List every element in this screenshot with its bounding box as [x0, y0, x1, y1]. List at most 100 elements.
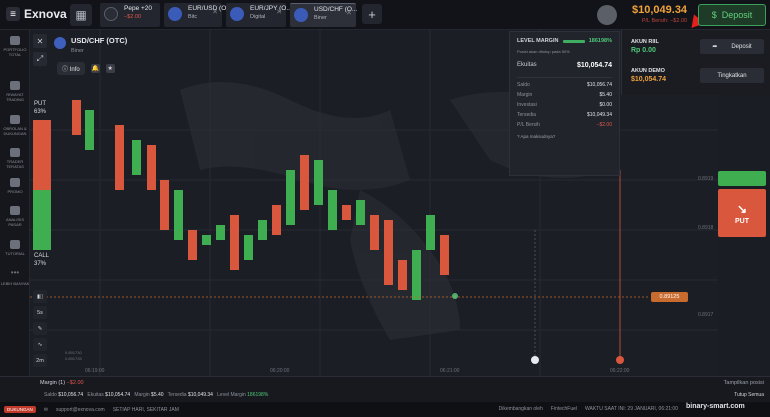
sidebar-item-label: TUTORIAL: [5, 251, 25, 256]
deposit-button[interactable]: $ Deposit: [698, 4, 766, 26]
sidebar-item-tutorial[interactable]: TUTORIAL: [0, 240, 30, 256]
real-account[interactable]: AKUN RIIL Rp 0.00: [631, 39, 659, 54]
duration-button[interactable]: 2m: [33, 354, 47, 367]
margin-panel: LEVEL MARGIN 186198% Posisi akan ditutup…: [509, 31, 620, 176]
asset-tab-eurusd[interactable]: EUR/USD (O... Bitc ✕: [164, 3, 232, 27]
sidebar-item-leaderboard[interactable]: TRADER TERATAS: [0, 148, 30, 169]
draw-button[interactable]: ✎: [33, 322, 47, 335]
min-label: 0.891730: [65, 350, 82, 355]
candle: [300, 155, 309, 210]
info-button[interactable]: ⓘ Info: [57, 62, 85, 75]
expand-button[interactable]: ⤢: [33, 52, 47, 66]
candle: [188, 230, 197, 260]
asset-name: USD/CHF (OTC): [71, 36, 128, 45]
watermark: binary-smart.com: [686, 403, 745, 410]
candles-icon: ▮▯: [36, 293, 44, 300]
sidebar-item-label: OBROLAN & DUKUNGAN: [3, 126, 27, 136]
row-value: $10,056.74: [586, 82, 612, 88]
star-icon[interactable]: ★: [105, 64, 115, 73]
avatar[interactable]: [597, 5, 617, 25]
asset-tab-eurjpy[interactable]: EUR/JPY (O... Digital ✕: [226, 3, 292, 27]
candle: [342, 205, 351, 220]
grid-icon: ▦: [75, 8, 87, 22]
candle: [412, 250, 421, 300]
timeframe-button[interactable]: 5s: [33, 306, 47, 319]
add-asset-button[interactable]: +: [362, 4, 382, 24]
equity-label: Ekuitas: [517, 62, 537, 68]
put-button[interactable]: ↘ PUT: [718, 189, 766, 237]
margin-tab[interactable]: Margin (1) −$2.00: [40, 380, 84, 386]
sidebar-item-label: RIWAYAT TRADING: [6, 92, 24, 102]
flag-icon: [168, 7, 182, 21]
menu-icon: ≡: [6, 7, 20, 21]
demo-account-label: AKUN DEMO: [631, 68, 665, 74]
bell-icon[interactable]: 🔔: [90, 64, 100, 73]
sidebar-item-label: PROMO: [7, 189, 23, 194]
x-axis-label: 06:21:00: [440, 368, 460, 374]
close-chart-button[interactable]: ✕: [33, 34, 47, 48]
x-axis-label: 06:22:00: [610, 368, 630, 374]
help-icon: ?: [517, 134, 520, 139]
sidebar-item-history[interactable]: RIWAYAT TRADING: [0, 81, 30, 102]
demo-account[interactable]: AKUN DEMO $10,054.74: [631, 68, 666, 83]
candle: [202, 235, 211, 245]
candle: [356, 200, 365, 225]
dollar-icon: $: [711, 10, 717, 20]
account-stats: Saldo $10,056.74 Ekuitas $10,054.74 Marg…: [44, 392, 269, 398]
divider: [517, 77, 612, 78]
help-link[interactable]: ? Apa maksudnya?: [517, 134, 612, 139]
margin-level-bar: [562, 39, 585, 43]
close-icon[interactable]: ✕: [276, 8, 282, 16]
candle: [258, 220, 267, 240]
chart-type-button[interactable]: ▮▯: [33, 290, 47, 303]
current-price-tag: 0.89125: [651, 292, 688, 302]
support-tag[interactable]: DUKUNGAN: [4, 406, 36, 413]
expand-icon: ⤢: [36, 54, 44, 63]
apps-grid-button[interactable]: ▦: [70, 4, 92, 26]
close-icon[interactable]: ✕: [346, 9, 352, 17]
candle: [115, 125, 124, 190]
close-icon[interactable]: ✕: [212, 8, 218, 16]
sidebar-item-promo[interactable]: PROMO: [0, 178, 30, 194]
trend-down-icon: ↘: [736, 201, 748, 216]
history-icon: [10, 81, 20, 90]
deposit-arrow-icon: ➦: [712, 44, 718, 50]
sidebar-item-chat[interactable]: OBROLAN & DUKUNGAN: [0, 115, 30, 136]
support-email[interactable]: support@exnova.com: [56, 407, 105, 413]
sidebar-item-more[interactable]: ••• LEBIH BANYAK: [0, 269, 30, 287]
indicators-button[interactable]: ∿: [33, 338, 47, 351]
logo[interactable]: ≡ Exnova: [6, 7, 67, 21]
call-sentiment-bar: [33, 190, 51, 250]
chat-icon: [10, 115, 20, 124]
asset-header[interactable]: USD/CHF (OTC) Biner: [54, 36, 128, 54]
put-sentiment-label: PUT: [34, 101, 46, 107]
max-label: 0.891735: [65, 356, 82, 361]
sidebar-item-portfolio[interactable]: PORTFOLIO TOTAL: [0, 36, 30, 57]
row-label: P/L Bersih: [517, 122, 540, 128]
margin-title: LEVEL MARGIN: [517, 38, 559, 44]
chart-left-tools: ▮▯ 5s ✎ ∿ 2m: [33, 290, 47, 370]
asset-tab-usdchf[interactable]: USD/CHF (O... Biner ✕: [290, 3, 357, 27]
support-hours: SETIAP HARI, SEKITAR JAM: [112, 406, 179, 413]
sidebar-item-label: ANALISIS PASAR: [5, 217, 24, 227]
promo-icon: [10, 178, 20, 187]
candle: [384, 220, 393, 285]
real-deposit-button[interactable]: ➦ Deposit: [700, 39, 764, 54]
sentiment-bar: [33, 120, 51, 250]
show-positions-button[interactable]: Tampilkan posisi: [724, 380, 764, 386]
x-axis-label: 06:19:00: [85, 368, 105, 374]
upgrade-button[interactable]: Tingkatkan: [700, 68, 764, 83]
close-all-button[interactable]: Tutup Semua: [734, 392, 764, 398]
chart-tools: ✕ ⤢: [33, 34, 49, 70]
pl-label: P/L Bersih: −$2.00: [641, 18, 688, 24]
sidebar-item-analysis[interactable]: ANALISIS PASAR: [0, 206, 30, 227]
asset-tab-pepe[interactable]: Pepe +20 −$2.00: [100, 3, 160, 27]
candle: [370, 215, 379, 250]
sidebar-item-label: LEBIH BANYAK: [0, 281, 30, 286]
balance-display[interactable]: $10,049.34 P/L Bersih: −$2.00: [632, 4, 687, 24]
balance-amount: $10,049.34: [632, 4, 688, 16]
call-sentiment-pct: 37%: [34, 261, 47, 267]
portfolio-icon: [10, 36, 20, 45]
put-sentiment-bar: [33, 120, 51, 190]
call-button[interactable]: [718, 171, 766, 186]
